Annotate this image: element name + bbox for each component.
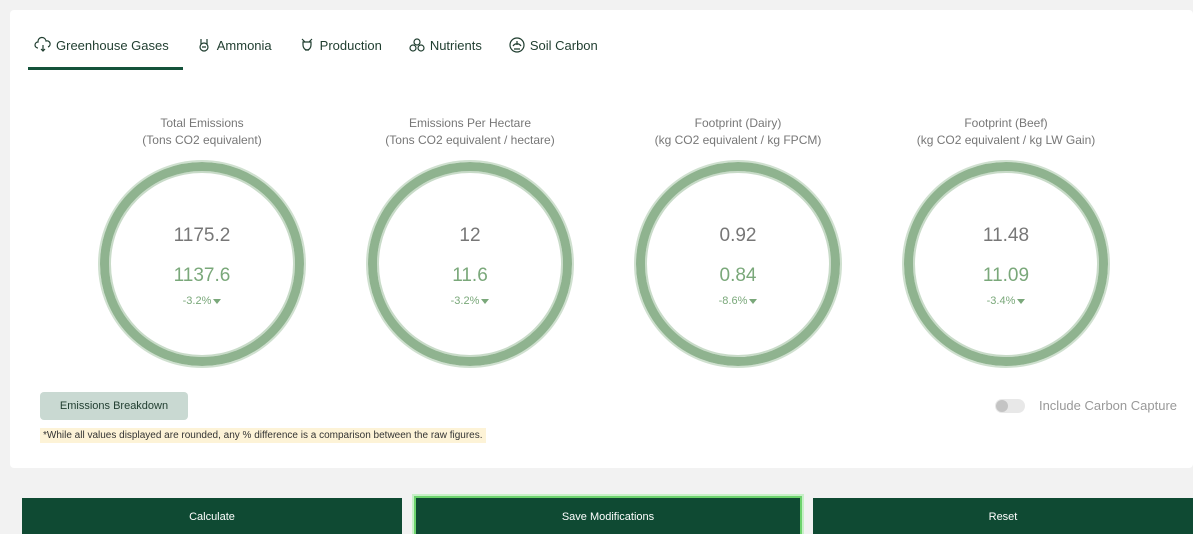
change-badge: -3.2% xyxy=(183,295,222,307)
metric-title-text: Emissions Per Hectare xyxy=(408,116,532,130)
cloud-icon xyxy=(34,36,51,52)
soil-carbon-icon xyxy=(509,37,525,53)
metric-ring: 11.48 11.09 -3.4% xyxy=(904,162,1108,366)
tab-label: Greenhouse Gases xyxy=(56,37,169,53)
nutrients-icon xyxy=(409,38,425,52)
results-panel: Greenhouse Gases Ammonia Production Nutr… xyxy=(10,10,1193,468)
metrics-row: Total Emissions (Tons CO2 equivalent) 11… xyxy=(10,115,1193,385)
metric-unit: (kg CO2 equivalent / kg FPCM) xyxy=(654,133,822,147)
metric-footprint-dairy: Footprint (Dairy) (kg CO2 equivalent / k… xyxy=(608,115,868,366)
carbon-capture-label: Include Carbon Capture xyxy=(1038,398,1177,413)
metric-title: Total Emissions (Tons CO2 equivalent) xyxy=(72,115,332,151)
change-badge: -3.2% xyxy=(451,295,490,307)
metric-total-emissions: Total Emissions (Tons CO2 equivalent) 11… xyxy=(72,115,332,366)
down-arrow-icon xyxy=(1017,298,1026,304)
tab-greenhouse-gases[interactable]: Greenhouse Gases xyxy=(28,32,183,70)
tab-soil-carbon[interactable]: Soil Carbon xyxy=(508,32,598,58)
tab-bar: Greenhouse Gases Ammonia Production Nutr… xyxy=(28,32,624,70)
toggle-knob xyxy=(995,399,1008,412)
carbon-capture-toggle[interactable] xyxy=(994,398,1025,413)
metric-ring: 1175.2 1137.6 -3.2% xyxy=(100,162,304,366)
metric-unit: (Tons CO2 equivalent) xyxy=(142,133,262,147)
tab-label: Nutrients xyxy=(429,37,482,53)
change-value: -3.2% xyxy=(182,295,212,307)
baseline-value: 11.48 xyxy=(982,225,1030,246)
modified-value: 11.09 xyxy=(982,265,1030,286)
production-icon xyxy=(301,38,313,51)
metric-title-text: Total Emissions xyxy=(160,116,244,130)
save-modifications-button[interactable]: Save Modifications xyxy=(416,498,800,534)
metric-title: Footprint (Dairy) (kg CO2 equivalent / k… xyxy=(608,115,868,151)
change-badge: -8.6% xyxy=(719,295,758,307)
change-value: -3.2% xyxy=(450,295,480,307)
metric-ring: 12 11.6 -3.2% xyxy=(368,162,572,366)
tab-ammonia[interactable]: Ammonia xyxy=(195,32,272,58)
tab-label: Production xyxy=(319,37,382,53)
metric-title-text: Footprint (Beef) xyxy=(964,116,1048,130)
down-arrow-icon xyxy=(481,298,490,304)
rounding-note: *While all values displayed are rounded,… xyxy=(40,428,486,443)
carbon-capture-toggle-row: Include Carbon Capture xyxy=(994,398,1177,413)
tab-production[interactable]: Production xyxy=(298,32,382,58)
metric-title: Emissions Per Hectare (Tons CO2 equivale… xyxy=(340,115,600,151)
ammonia-icon xyxy=(199,39,209,52)
metric-emissions-per-hectare: Emissions Per Hectare (Tons CO2 equivale… xyxy=(340,115,600,366)
change-badge: -3.4% xyxy=(987,295,1026,307)
modified-value: 1137.6 xyxy=(173,265,231,286)
change-value: -3.4% xyxy=(986,295,1016,307)
baseline-value: 12 xyxy=(459,225,481,246)
down-arrow-icon xyxy=(749,298,758,304)
tab-nutrients[interactable]: Nutrients xyxy=(408,32,482,58)
metric-title: Footprint (Beef) (kg CO2 equivalent / kg… xyxy=(876,115,1136,151)
baseline-value: 1175.2 xyxy=(173,225,231,246)
emissions-breakdown-button[interactable]: Emissions Breakdown xyxy=(40,392,188,420)
metric-unit: (Tons CO2 equivalent / hectare) xyxy=(385,133,555,147)
metric-ring: 0.92 0.84 -8.6% xyxy=(636,162,840,366)
metric-title-text: Footprint (Dairy) xyxy=(694,116,782,130)
change-value: -8.6% xyxy=(718,295,748,307)
calculate-button[interactable]: Calculate xyxy=(22,498,402,534)
modified-value: 0.84 xyxy=(719,265,757,286)
reset-button[interactable]: Reset xyxy=(813,498,1193,534)
baseline-value: 0.92 xyxy=(719,225,757,246)
metric-unit: (kg CO2 equivalent / kg LW Gain) xyxy=(916,133,1096,147)
tab-label: Ammonia xyxy=(216,37,272,53)
down-arrow-icon xyxy=(213,298,222,304)
action-bar: Calculate Save Modifications Reset xyxy=(0,488,1193,534)
tab-label: Soil Carbon xyxy=(529,37,598,53)
modified-value: 11.6 xyxy=(452,265,488,286)
metric-footprint-beef: Footprint (Beef) (kg CO2 equivalent / kg… xyxy=(876,115,1136,366)
